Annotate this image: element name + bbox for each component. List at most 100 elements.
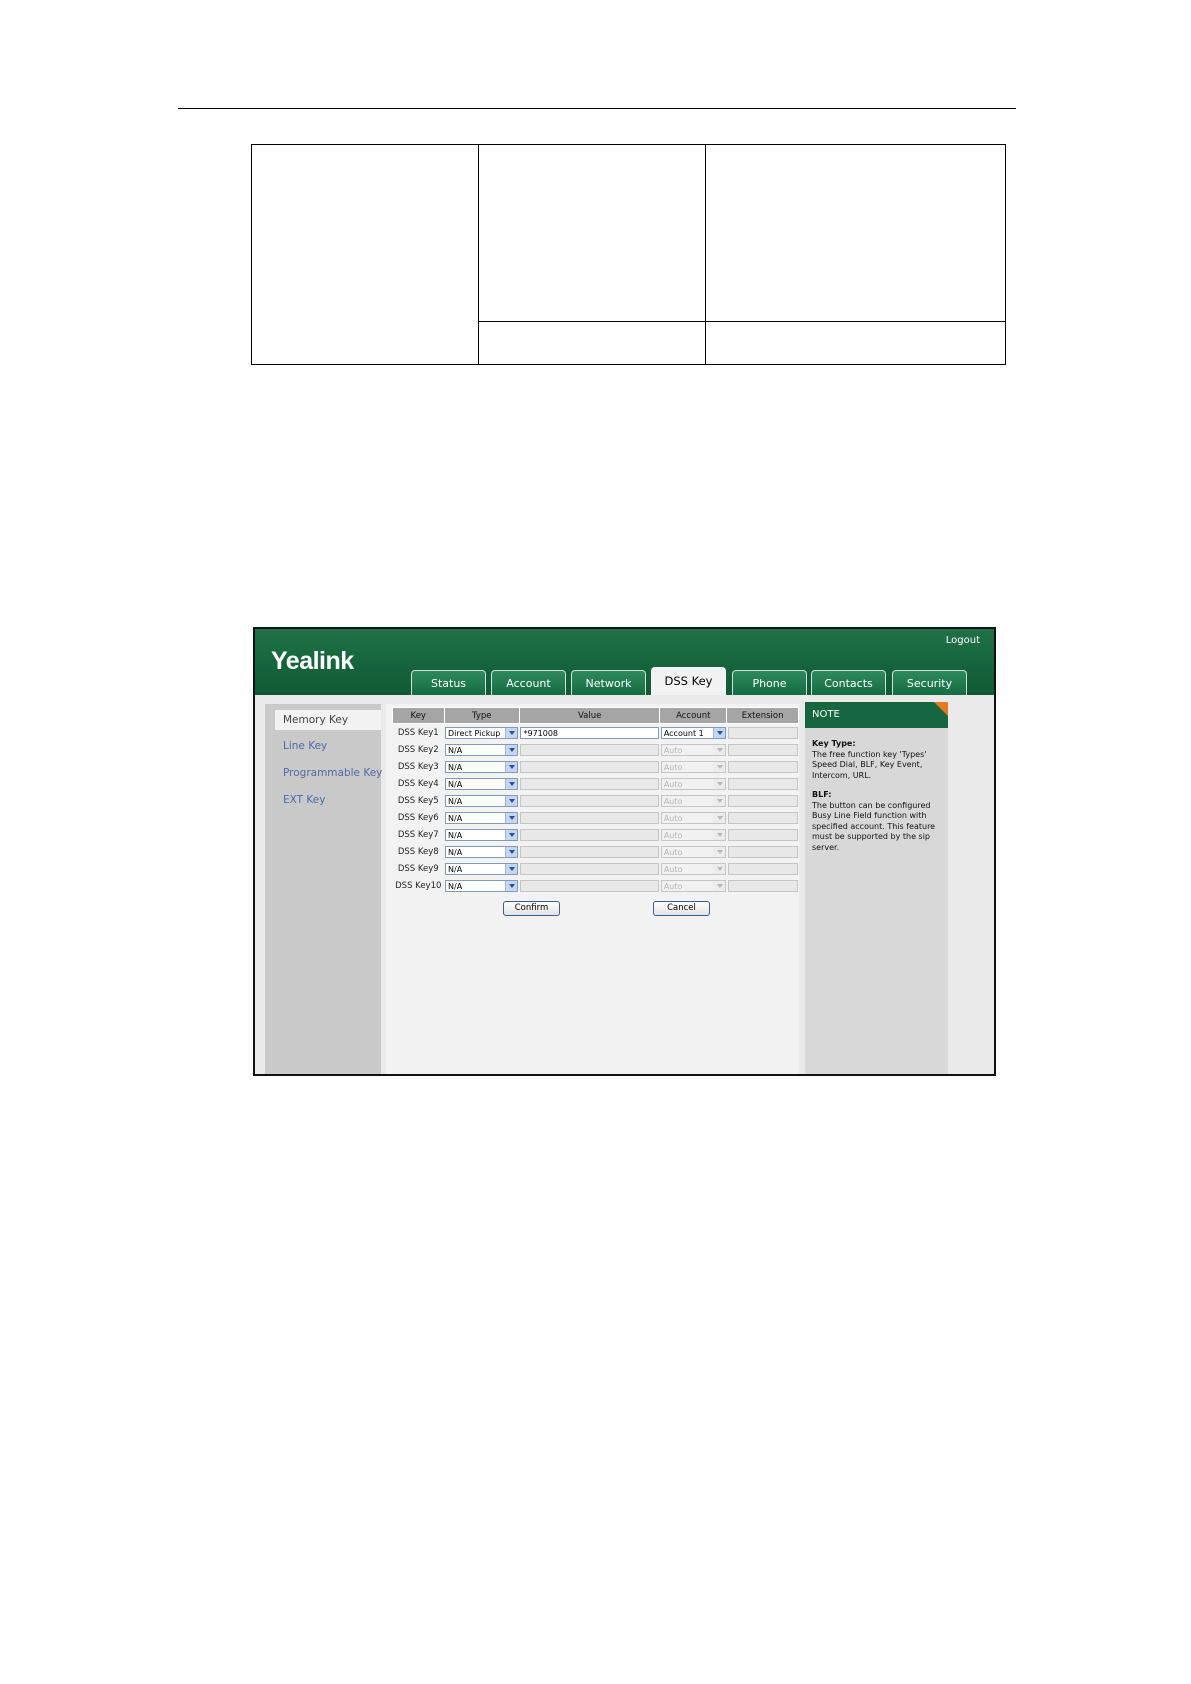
- chevron-down-icon: [712, 880, 725, 891]
- confirm-button[interactable]: Confirm: [503, 901, 560, 916]
- table-row: DSS Key5 N/A Auto: [393, 792, 799, 809]
- extension-input[interactable]: [727, 862, 798, 875]
- type-select[interactable]: N/A: [445, 794, 519, 807]
- dss-key-table: Key Type Value Account Extension DSS Key…: [392, 707, 799, 894]
- type-select[interactable]: N/A: [445, 879, 519, 892]
- note-blf-title: BLF:: [812, 790, 832, 799]
- type-select[interactable]: N/A: [445, 811, 519, 824]
- yealink-logo: Yealink: [271, 647, 354, 675]
- type-select[interactable]: N/A: [445, 828, 519, 841]
- account-select-value: Auto: [663, 881, 683, 891]
- value-input[interactable]: [520, 811, 659, 824]
- type-select-value: N/A: [448, 745, 463, 755]
- extension-input[interactable]: [727, 828, 798, 841]
- table-row: DSS Key10 N/A Auto: [393, 877, 799, 894]
- sidebar-item-memory-key[interactable]: Memory Key: [275, 710, 381, 730]
- extension-input[interactable]: [727, 743, 798, 756]
- tab-dss-key[interactable]: DSS Key: [651, 667, 726, 695]
- chevron-down-icon: [505, 880, 518, 891]
- tab-account[interactable]: Account: [491, 670, 566, 695]
- account-select[interactable]: Auto: [660, 811, 726, 824]
- tab-status[interactable]: Status: [411, 670, 486, 695]
- column-header-type: Type: [443, 707, 520, 724]
- table-row: DSS Key3 N/A Auto: [393, 758, 799, 775]
- account-select-value: Auto: [663, 762, 683, 772]
- account-select-value: Auto: [663, 745, 683, 755]
- value-input[interactable]: [520, 862, 659, 875]
- table-cell: [705, 321, 1006, 365]
- value-input[interactable]: [520, 879, 659, 892]
- chevron-down-icon: [505, 727, 518, 738]
- type-select-value: N/A: [448, 762, 463, 772]
- key-label: DSS Key4: [397, 778, 439, 789]
- extension-input[interactable]: [727, 845, 798, 858]
- value-input[interactable]: [520, 794, 659, 807]
- account-select[interactable]: Auto: [660, 879, 726, 892]
- chevron-down-icon: [505, 812, 518, 823]
- key-label: DSS Key2: [397, 744, 439, 755]
- value-input[interactable]: [520, 777, 659, 790]
- key-label: DSS Key1: [397, 727, 439, 738]
- tab-phone[interactable]: Phone: [732, 670, 807, 695]
- value-input[interactable]: [520, 743, 659, 756]
- note-key-type-text: The free function key 'Types' Speed Dial…: [812, 749, 927, 780]
- account-select[interactable]: Auto: [660, 828, 726, 841]
- extension-input[interactable]: [727, 811, 798, 824]
- note-panel: NOTE Key Type: The free function key 'Typ…: [805, 702, 948, 1074]
- table-row: DSS Key6 N/A Auto: [393, 809, 799, 826]
- chevron-down-icon: [505, 761, 518, 772]
- account-select[interactable]: Auto: [660, 862, 726, 875]
- type-select-value: N/A: [448, 847, 463, 857]
- dss-key-screenshot: Yealink Logout Status Account Network DS…: [253, 627, 996, 1076]
- tab-security[interactable]: Security: [892, 670, 967, 695]
- value-input[interactable]: *971008: [520, 726, 659, 739]
- table-row: DSS Key2 N/A Auto: [393, 741, 799, 758]
- type-select[interactable]: N/A: [445, 862, 519, 875]
- account-select-value: Auto: [663, 864, 683, 874]
- chevron-down-icon: [712, 727, 725, 738]
- extension-input[interactable]: [727, 879, 798, 892]
- type-select[interactable]: Direct Pickup: [445, 726, 519, 739]
- account-select[interactable]: Auto: [660, 777, 726, 790]
- cancel-button[interactable]: Cancel: [653, 901, 710, 916]
- key-label: DSS Key3: [397, 761, 439, 772]
- account-select-value: Auto: [663, 830, 683, 840]
- type-select[interactable]: N/A: [445, 845, 519, 858]
- tab-contacts[interactable]: Contacts: [811, 670, 886, 695]
- sidebar-item-line-key[interactable]: Line Key: [283, 740, 327, 752]
- sidebar-item-ext-key[interactable]: EXT Key: [283, 794, 325, 806]
- value-input[interactable]: [520, 845, 659, 858]
- type-select[interactable]: N/A: [445, 760, 519, 773]
- chevron-down-icon: [712, 778, 725, 789]
- page-fold-icon: [934, 702, 948, 716]
- account-select[interactable]: Auto: [660, 794, 726, 807]
- chevron-down-icon: [712, 744, 725, 755]
- document-table: [251, 144, 1006, 365]
- value-input[interactable]: [520, 760, 659, 773]
- type-select[interactable]: N/A: [445, 743, 519, 756]
- tab-network[interactable]: Network: [571, 670, 646, 695]
- type-select-value: N/A: [448, 864, 463, 874]
- content-panel: Key Type Value Account Extension DSS Key…: [386, 704, 799, 1074]
- column-header-extension: Extension: [726, 707, 799, 724]
- extension-input[interactable]: [727, 794, 798, 807]
- page-header-rule: [178, 108, 1016, 109]
- extension-input[interactable]: [727, 726, 798, 739]
- column-header-account: Account: [659, 707, 728, 724]
- column-header-value: Value: [518, 707, 661, 724]
- account-select[interactable]: Auto: [660, 760, 726, 773]
- type-select-value: N/A: [448, 881, 463, 891]
- type-select-value: N/A: [448, 779, 463, 789]
- account-select[interactable]: Auto: [660, 845, 726, 858]
- chevron-down-icon: [712, 863, 725, 874]
- extension-input[interactable]: [727, 777, 798, 790]
- value-input[interactable]: [520, 828, 659, 841]
- account-select[interactable]: Account 1: [660, 726, 726, 739]
- account-select[interactable]: Auto: [660, 743, 726, 756]
- chevron-down-icon: [712, 795, 725, 806]
- extension-input[interactable]: [727, 760, 798, 773]
- sidebar-item-programmable-key[interactable]: Programmable Key: [283, 767, 382, 779]
- account-select-value: Auto: [663, 796, 683, 806]
- logout-link[interactable]: Logout: [946, 635, 980, 646]
- type-select[interactable]: N/A: [445, 777, 519, 790]
